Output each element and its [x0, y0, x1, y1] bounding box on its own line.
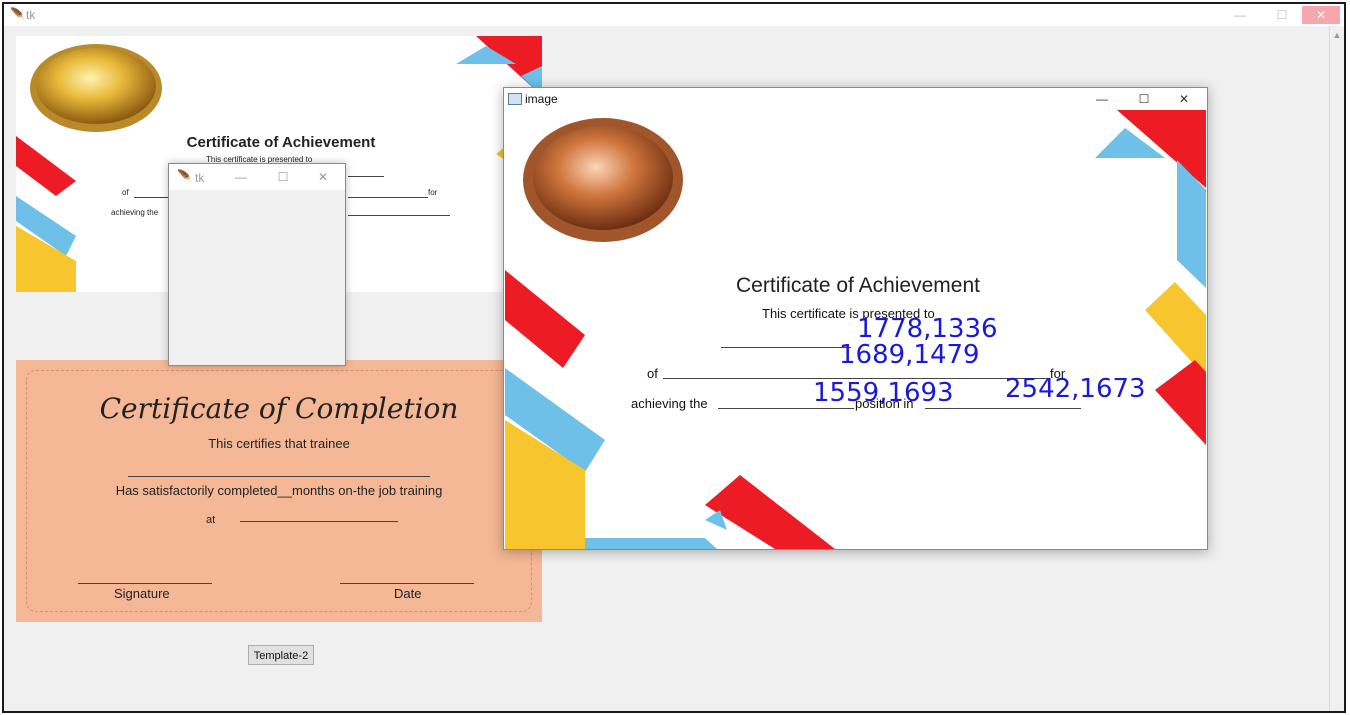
tk-popup-minimize-button[interactable]: — — [227, 168, 255, 186]
cert1-of-label: of — [122, 188, 129, 197]
cert2-signature-line — [78, 583, 212, 584]
cert1-for-label: for — [428, 188, 438, 197]
cert2-date-label: Date — [394, 586, 422, 601]
tk-popup-close-button[interactable]: ✕ — [309, 168, 337, 186]
cert2-signature-label: Signature — [114, 586, 170, 601]
image-window-title: image — [525, 92, 558, 106]
tk-popup-maximize-button[interactable]: ☐ — [269, 168, 297, 186]
cert1-achieving-line — [348, 215, 450, 216]
image-cert-name-line — [721, 347, 851, 348]
scroll-up-arrow-icon[interactable]: ▲ — [1330, 30, 1344, 40]
tk-popup-title: tk — [195, 171, 205, 185]
image-window-titlebar: image — ☐ ✕ — [504, 88, 1207, 111]
image-cert-position-line — [925, 408, 1081, 409]
image-window: image — ☐ ✕ Certificate of Achievement T… — [503, 87, 1208, 550]
feather-icon: 🪶 — [10, 7, 25, 21]
image-cert-title: Certificate of Achievement — [736, 274, 980, 297]
image-close-button[interactable]: ✕ — [1170, 90, 1198, 108]
tk-popup-window: 🪶 tk — ☐ ✕ — [168, 163, 346, 366]
image-cert-of-label: of — [647, 366, 658, 381]
coordinate-label: 1559,1693 — [813, 378, 954, 408]
tk-popup-titlebar: 🪶 tk — ☐ ✕ — [169, 164, 345, 190]
feather-icon: 🪶 — [177, 169, 192, 183]
cert1-of-line — [134, 197, 170, 198]
minimize-button[interactable]: — — [1226, 6, 1254, 24]
image-minimize-button[interactable]: — — [1088, 90, 1116, 108]
cert2-at-line — [240, 521, 398, 522]
certificate-template-2: Certificate of Completion This certifies… — [16, 360, 542, 622]
image-cert-achieving-line — [718, 408, 854, 409]
image-cert-achieving-label: achieving the — [631, 396, 708, 411]
cert1-achieving-label: achieving the — [111, 208, 159, 217]
cert1-name-line — [348, 176, 384, 177]
cert1-of-line-right — [348, 197, 428, 198]
coordinate-label: 1689,1479 — [839, 340, 980, 370]
image-decorations — [505, 110, 1206, 549]
cert2-completed: Has satisfactorily completed__months on-… — [115, 483, 443, 498]
cert1-title: Certificate of Achievement — [186, 134, 376, 151]
certificate-image: Certificate of Achievement This certific… — [505, 110, 1206, 549]
image-window-icon — [508, 93, 522, 105]
main-titlebar: 🪶 tk — ☐ ✕ — [4, 4, 1344, 26]
cert2-certifies: This certifies that trainee — [208, 436, 350, 451]
coordinate-label: 2542,1673 — [1005, 374, 1146, 404]
maximize-button[interactable]: ☐ — [1268, 6, 1296, 24]
vertical-scrollbar[interactable]: ▲ — [1329, 26, 1344, 711]
main-window-title: tk — [26, 8, 36, 22]
close-button[interactable]: ✕ — [1302, 6, 1340, 24]
cert2-date-line — [340, 583, 474, 584]
image-maximize-button[interactable]: ☐ — [1130, 90, 1158, 108]
cert2-name-line — [128, 476, 430, 477]
template-2-button[interactable]: Template-2 — [248, 645, 314, 665]
cert2-at-label: at — [206, 514, 216, 526]
cert2-title: Certificate of Completion — [99, 392, 459, 425]
